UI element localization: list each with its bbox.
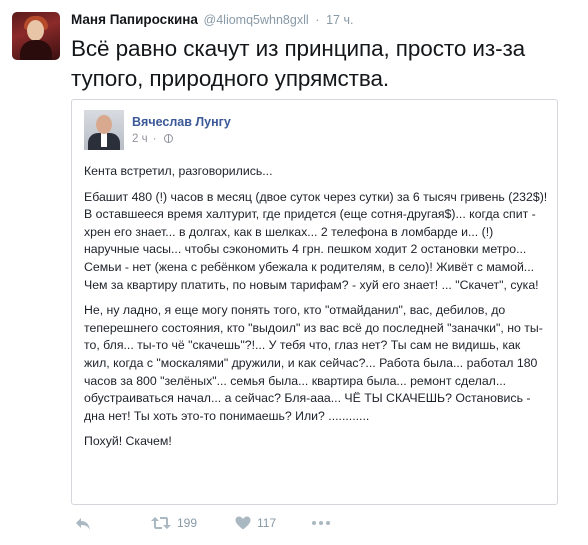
embedded-author-avatar[interactable] <box>84 110 124 150</box>
tweet-timestamp[interactable]: 17 ч. <box>326 13 353 27</box>
more-icon <box>312 521 330 525</box>
embedded-post-time[interactable]: 2 ч <box>132 133 148 145</box>
embedded-paragraph: Не, ну ладно, я еще могу понять того, кт… <box>84 303 543 423</box>
retweet-icon <box>151 517 171 529</box>
tweet: Маня Папироскина @4liomq5whn8gxll · 17 ч… <box>0 0 588 545</box>
more-button[interactable] <box>312 521 330 525</box>
like-count: 117 <box>257 516 277 530</box>
embedded-author-name[interactable]: Вячеслав Лунгу <box>132 115 231 129</box>
reply-button[interactable] <box>75 517 91 531</box>
embedded-post-card[interactable]: Вячеслав Лунгу 2 ч · Кента встретил, раз… <box>71 99 558 505</box>
tweet-header: Маня Папироскина @4liomq5whn8gxll · 17 ч… <box>71 12 353 27</box>
embedded-meta-separator: · <box>152 133 157 145</box>
tweet-text: Всё равно скачут из принципа, просто из-… <box>71 36 526 91</box>
author-avatar[interactable] <box>12 12 60 60</box>
author-name[interactable]: Маня Папироскина <box>71 12 198 27</box>
author-handle[interactable]: @4liomq5whn8gxll <box>204 13 309 27</box>
retweet-button[interactable]: 199 <box>151 516 197 530</box>
embedded-post-body: Кента встретил, разговорились... Ебашит … <box>84 163 549 459</box>
like-button[interactable]: 117 <box>235 516 276 530</box>
retweet-count: 199 <box>177 516 198 530</box>
embedded-paragraph: Кента встретил, разговорились... <box>84 164 273 178</box>
reply-icon <box>76 518 90 530</box>
embedded-post-meta: 2 ч · <box>132 133 173 145</box>
embedded-paragraph: Похуй! Скачем! <box>84 434 172 449</box>
heart-icon <box>235 516 251 530</box>
embedded-paragraph: Ебашит 480 (!) часов в месяц (двое суток… <box>84 189 548 292</box>
globe-icon <box>163 134 173 143</box>
header-separator: · <box>315 13 320 27</box>
